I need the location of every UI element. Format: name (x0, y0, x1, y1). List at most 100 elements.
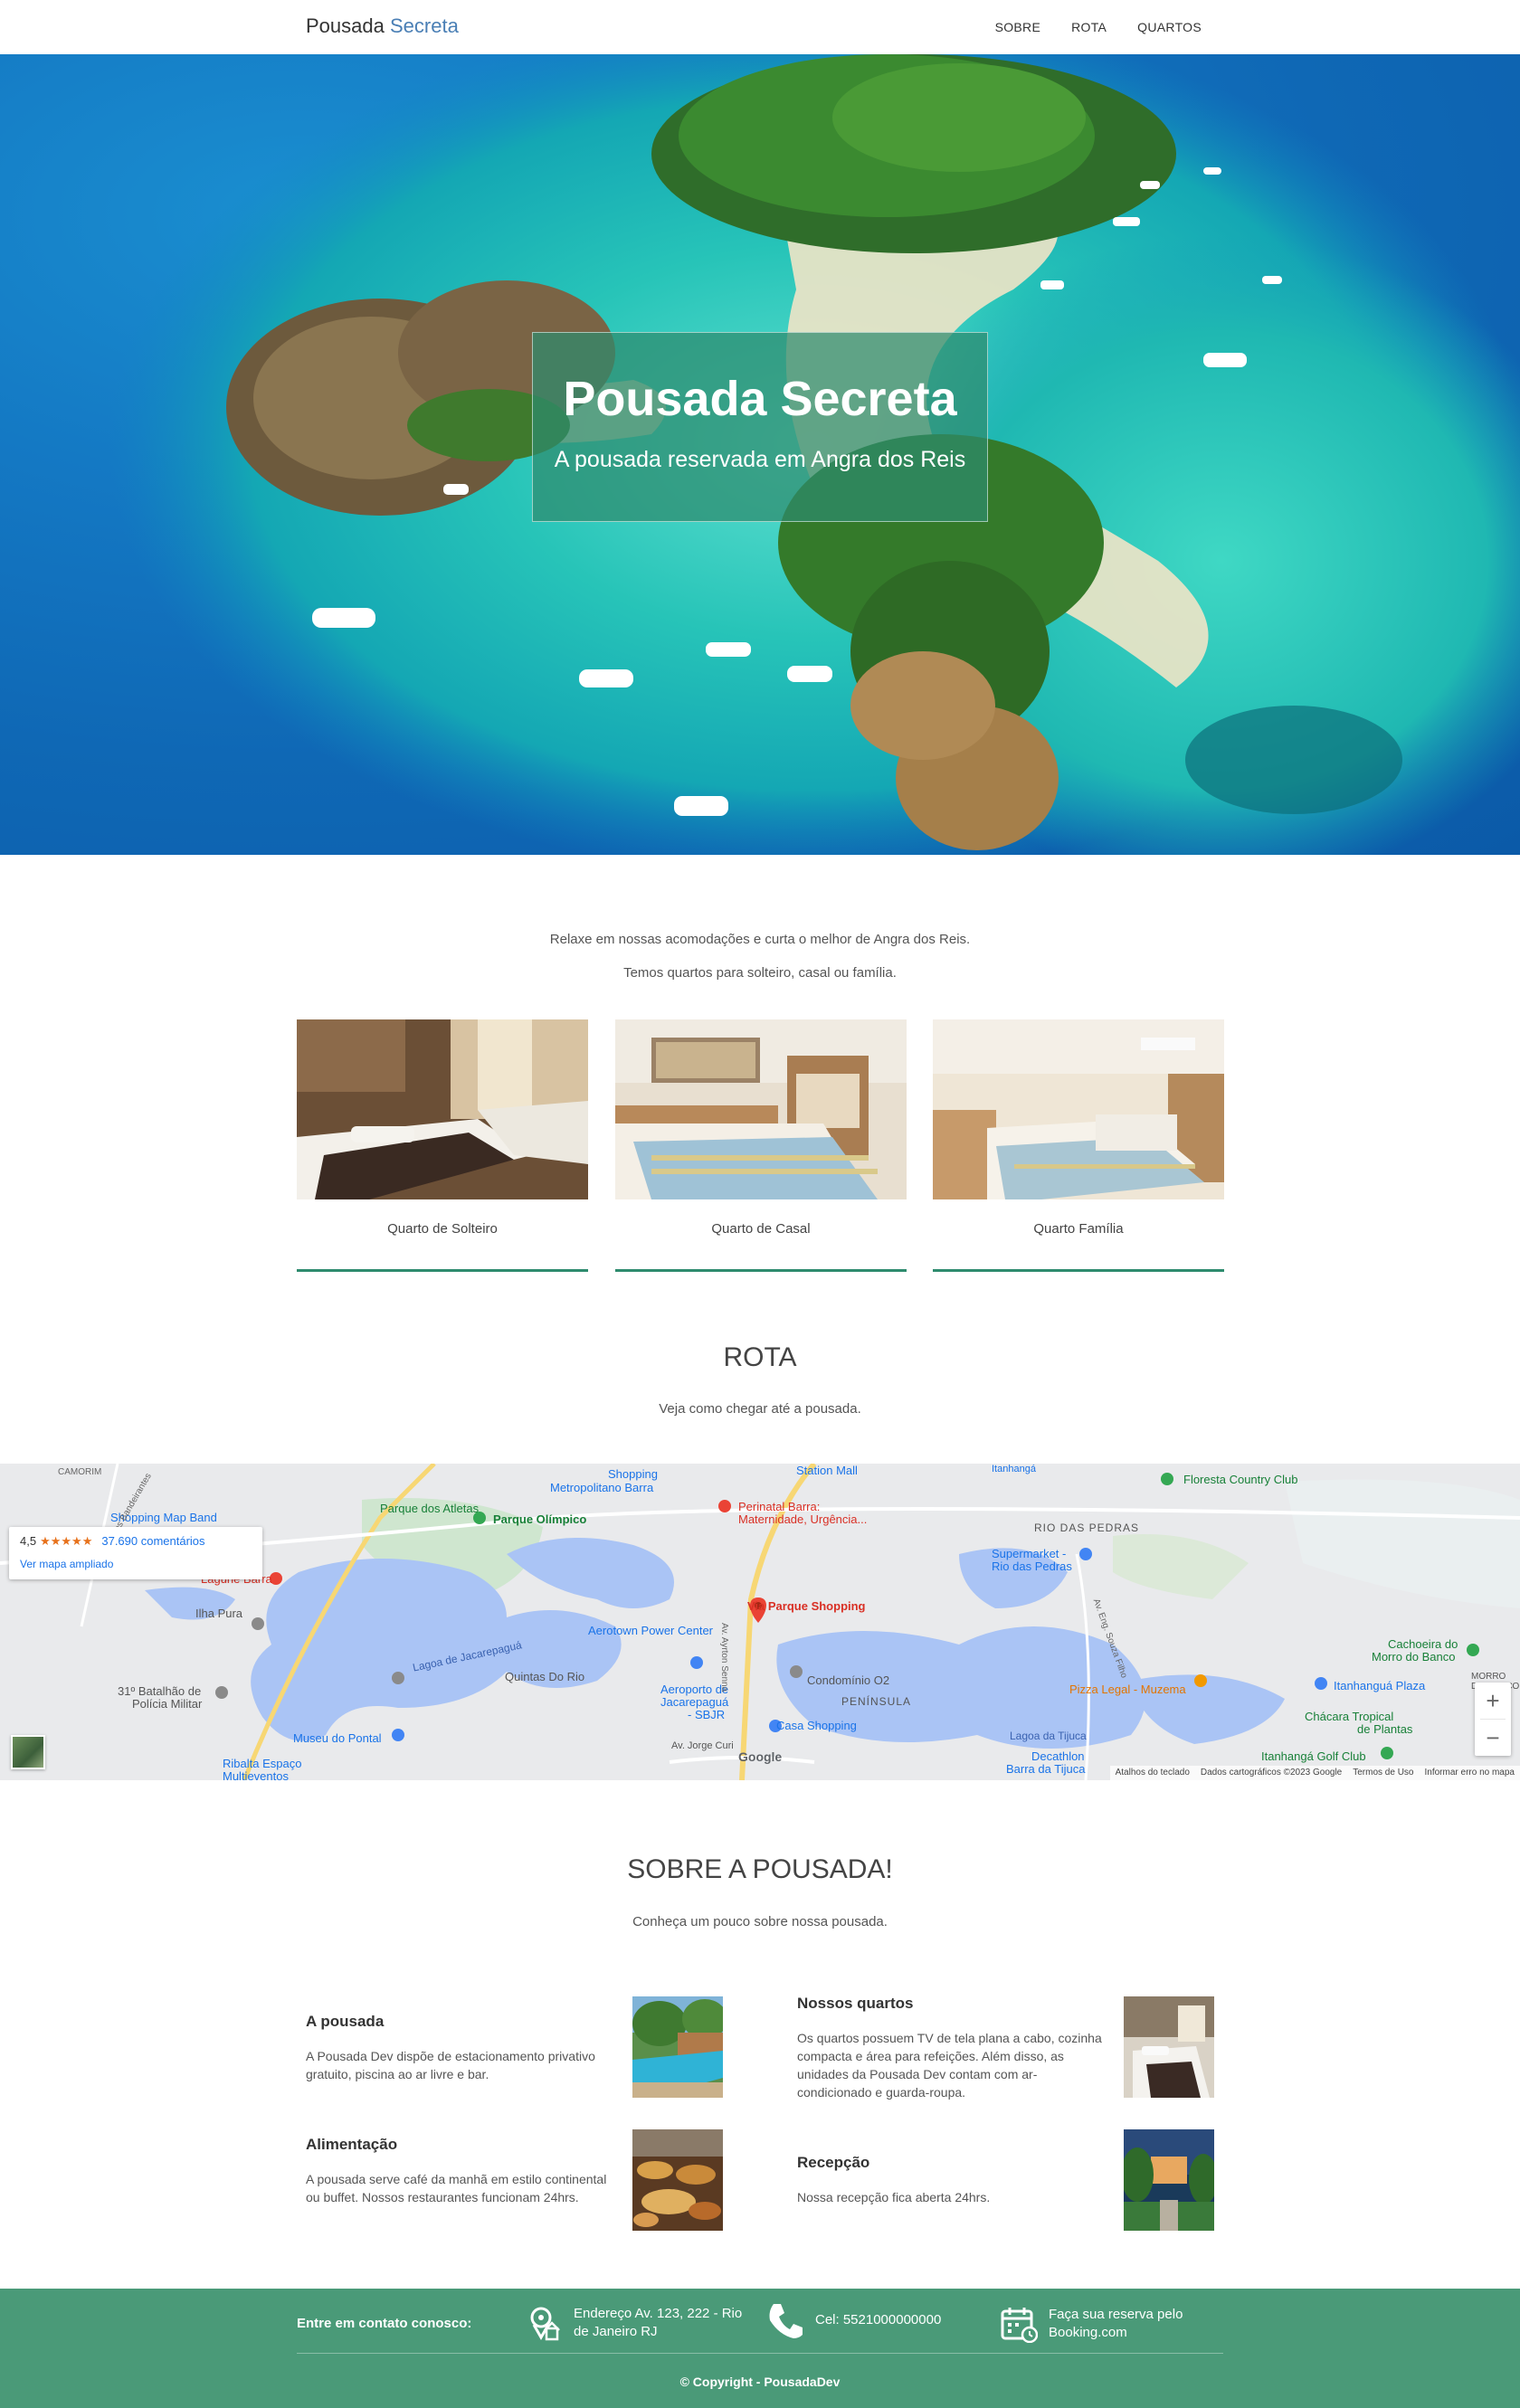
map-label: Museu do Pontal (293, 1731, 382, 1745)
about-image-food (632, 2129, 723, 2231)
map-data-link[interactable]: Dados cartográficos ©2023 Google (1201, 1768, 1342, 1778)
footer: Entre em contato conosco: Endereço Av. 1… (0, 2289, 1520, 2408)
about-item-title: A pousada (306, 2013, 385, 2030)
map-shortcuts-link[interactable]: Atalhos do teclado (1116, 1768, 1190, 1778)
map-place-card: 4,5 ★★★★★ 37.690 comentários Ver mapa ampl… (9, 1527, 262, 1579)
hero-subtitle: A pousada reservada em Angra dos Reis (554, 447, 966, 472)
rating-value: 4,5 (20, 1534, 37, 1548)
footer-phone: Cel: 5521000000000 (766, 2300, 941, 2340)
footer-divider (297, 2353, 1223, 2354)
map-label: Itanhangá Golf Club (1261, 1749, 1366, 1763)
map-label: Shopping (608, 1467, 658, 1481)
map-label: - SBJR (688, 1708, 726, 1721)
map-label: Maternidade, Urgência... (738, 1512, 868, 1526)
about-subtitle: Conheça um pouco sobre nossa pousada. (632, 1914, 888, 1929)
intro-text: Relaxe em nossas acomodações e curta o m… (0, 923, 1520, 990)
brand-main: Pousada (306, 14, 385, 37)
about-item-pousada: A pousada A Pousada Dev dispõe de estaci… (306, 2013, 613, 2083)
map-label: de Plantas (1357, 1722, 1413, 1736)
map-label: Casa Shopping (776, 1719, 857, 1732)
nav-link-quartos[interactable]: QUARTOS (1137, 20, 1202, 34)
nav-link-sobre[interactable]: SOBRE (995, 20, 1041, 34)
about-item-title: Alimentação (306, 2136, 398, 2153)
map-label: PENÍNSULA (841, 1695, 912, 1708)
map-label: Parque Olímpico (493, 1512, 587, 1526)
hero-title: Pousada Secreta (563, 372, 957, 426)
map-label: Rio das Pedras (992, 1560, 1072, 1573)
about-item-text: A Pousada Dev dispõe de estacionamento p… (306, 2049, 595, 2081)
hero-section: Pousada Secreta A pousada reservada em A… (0, 54, 1520, 855)
brand-accent: Secreta (389, 14, 459, 37)
zoom-out-button[interactable]: − (1475, 1720, 1511, 1756)
hero-title-box: Pousada Secreta A pousada reservada em A… (532, 332, 988, 522)
about-image-pool (632, 1996, 723, 2098)
map-label: Barra da Tijuca (1006, 1762, 1086, 1776)
map-label: Aeroporto de (660, 1683, 729, 1696)
map-label: Itanhangá (992, 1464, 1036, 1474)
rating-row: 4,5 ★★★★★ 37.690 comentários (20, 1534, 252, 1549)
map-footer: Atalhos do teclado Dados cartográficos ©… (1109, 1766, 1520, 1780)
map-label: Polícia Militar (132, 1697, 203, 1711)
nav-links: SOBRE ROTA QUARTOS (995, 20, 1202, 34)
map-label: Av. Jorge Curi (671, 1740, 734, 1751)
room-name: Quarto de Solteiro (387, 1221, 498, 1237)
route-subtitle: Veja como chegar até a pousada. (659, 1401, 861, 1417)
top-navbar: Pousada Secreta SOBRE ROTA QUARTOS (0, 0, 1520, 54)
room-name: Quarto de Casal (711, 1221, 811, 1237)
room-image-casal (615, 1019, 907, 1199)
room-card-casal[interactable]: Quarto de Casal (615, 1019, 907, 1272)
satellite-toggle[interactable] (11, 1735, 45, 1769)
about-item-text: Nossa recepção fica aberta 24hrs. (797, 2190, 991, 2204)
nav-link-rota[interactable]: ROTA (1071, 20, 1107, 34)
map-label: Pizza Legal - Muzema (1069, 1683, 1186, 1696)
map-label: Perinatal Barra: (738, 1500, 821, 1513)
map-label: CAMORIM (58, 1467, 102, 1477)
map-label: Ilha Pura (195, 1607, 243, 1620)
map-label: Floresta Country Club (1183, 1473, 1298, 1486)
about-item-text: A pousada serve café da manhã em estilo … (306, 2172, 607, 2204)
map-terms-link[interactable]: Termos de Uso (1353, 1768, 1413, 1778)
about-item-text: Os quartos possuem TV de tela plana a ca… (797, 2031, 1102, 2100)
room-card-familia[interactable]: Quarto Família (933, 1019, 1224, 1272)
map-report-link[interactable]: Informar erro no mapa (1425, 1768, 1515, 1778)
about-item-recepcao: Recepção Nossa recepção fica aberta 24hr… (797, 2154, 1105, 2206)
footer-phone-number[interactable]: Cel: 5521000000000 (815, 2311, 941, 2329)
zoom-controls: + − (1475, 1683, 1511, 1756)
map-label: Lagoa da Tijuca (1010, 1730, 1087, 1742)
map-label: Metropolitano Barra (550, 1481, 654, 1494)
map-label: Av. Ayrton Senna (719, 1623, 729, 1692)
footer-contact-label: Entre em contato conosco: (297, 2316, 472, 2331)
about-item-quartos: Nossos quartos Os quartos possuem TV de … (797, 1995, 1105, 2101)
footer-booking-line-1: Faça sua reserva pelo (1049, 2307, 1183, 2322)
calendar-icon (1001, 2308, 1038, 2343)
brand-logo[interactable]: Pousada Secreta (306, 14, 459, 38)
about-image-room (1124, 1996, 1214, 2098)
route-title: ROTA (723, 1342, 797, 1372)
expand-map-link[interactable]: Ver mapa ampliado (20, 1558, 252, 1570)
map-marker-label[interactable]: Via Parque Shopping (747, 1599, 866, 1613)
footer-copyright: © Copyright - PousadaDev (679, 2375, 841, 2389)
about-item-title: Recepção (797, 2154, 870, 2171)
about-item-alimentacao: Alimentação A pousada serve café da manh… (306, 2136, 613, 2206)
route-map[interactable]: CAMORIM Shopping Map Band Parque dos Atl… (0, 1464, 1520, 1780)
map-label: Multieventos (223, 1769, 289, 1780)
map-label: Station Mall (796, 1464, 858, 1477)
about-image-reception (1124, 2129, 1214, 2231)
footer-booking-link[interactable]: Booking.com (1049, 2324, 1183, 2342)
zoom-in-button[interactable]: + (1475, 1683, 1511, 1719)
map-label: 31º Batalhão de (118, 1684, 202, 1698)
map-label: Ribalta Espaço (223, 1757, 302, 1770)
map-label: Quintas Do Rio (505, 1670, 585, 1683)
footer-address-line-2: de Janeiro RJ (574, 2324, 658, 2339)
room-image-familia (933, 1019, 1224, 1199)
map-label: Itanhanguá Plaza (1334, 1679, 1426, 1692)
intro-line-2: Temos quartos para solteiro, casal ou fa… (623, 965, 897, 981)
rating-count-link[interactable]: 37.690 comentários (101, 1534, 204, 1548)
map-label: Parque dos Atletas (380, 1502, 480, 1515)
map-label: Supermarket - (992, 1547, 1067, 1560)
footer-address: Endereço Av. 123, 222 - Rio de Janeiro R… (527, 2305, 742, 2341)
room-card-solteiro[interactable]: Quarto de Solteiro (297, 1019, 588, 1272)
about-item-title: Nossos quartos (797, 1995, 914, 2012)
room-underline (615, 1269, 907, 1272)
map-label: Cachoeira do (1388, 1637, 1458, 1651)
